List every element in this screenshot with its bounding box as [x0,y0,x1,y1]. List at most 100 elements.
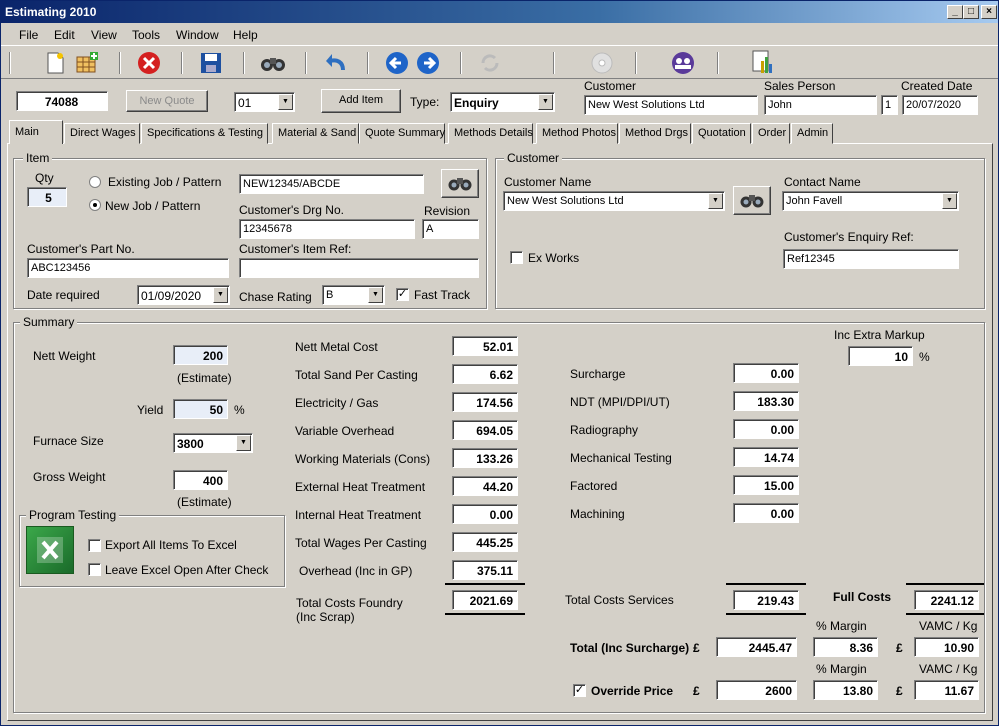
undo-icon[interactable] [321,49,349,77]
menu-edit[interactable]: Edit [54,28,75,42]
tab-quotation[interactable]: Quotation [692,123,751,144]
menu-view[interactable]: View [91,28,117,42]
menu-window[interactable]: Window [176,28,219,42]
back-arrow-icon[interactable] [383,49,411,77]
date-required-field[interactable]: 01/09/2020 ▼ [137,285,230,305]
sales-person-field[interactable]: John [764,95,877,115]
service-cost-label: Surcharge [570,367,626,381]
job-pattern-field[interactable]: NEW12345/ABCDE [239,174,424,194]
chevron-down-icon[interactable]: ▼ [278,94,293,110]
tab-method-photos[interactable]: Method Photos [536,123,618,144]
tab-quote-summary[interactable]: Quote Summary [359,123,445,144]
override-margin-field[interactable]: 13.80 [813,680,878,700]
users-icon[interactable] [669,49,697,77]
full-costs-field[interactable]: 2241.12 [914,590,979,610]
chevron-down-icon[interactable]: ▼ [708,193,723,209]
total-vamc-field[interactable]: 10.90 [914,637,979,657]
service-cost-value[interactable]: 183.30 [733,391,799,411]
add-item-button[interactable]: Add Item [321,89,401,113]
total-inc-surcharge-field[interactable]: 2445.47 [716,637,797,657]
tab-material-sand[interactable]: Material & Sand [272,123,359,144]
toolbar-separator [553,52,555,74]
chevron-down-icon[interactable]: ▼ [368,287,383,303]
foundry-cost-value[interactable]: 174.56 [452,392,518,412]
foundry-cost-value[interactable]: 44.20 [452,476,518,496]
revision-value: 01 [238,96,252,110]
foundry-cost-value[interactable]: 133.26 [452,448,518,468]
menu-file[interactable]: File [19,28,38,42]
binoculars-icon[interactable] [259,49,287,77]
foundry-cost-value[interactable]: 52.01 [452,336,518,356]
type-select[interactable]: Enquiry ▼ [450,92,555,112]
add-table-icon[interactable] [73,49,101,77]
customer-header-field[interactable]: New West Solutions Ltd [584,95,758,115]
save-icon[interactable] [197,49,225,77]
tab-main[interactable]: Main [9,120,63,144]
foundry-cost-value[interactable]: 445.25 [452,532,518,552]
sales-person-number[interactable]: 1 [881,95,898,115]
close-window-button[interactable]: × [981,5,997,19]
chase-rating-select[interactable]: B ▼ [322,285,385,305]
part-no-field[interactable]: ABC123456 [27,258,229,278]
tab-order[interactable]: Order [752,123,790,144]
customer-name-select[interactable]: New West Solutions Ltd ▼ [503,191,725,211]
job-search-button[interactable] [441,169,479,198]
excel-icon[interactable] [26,526,74,574]
nett-weight-field[interactable]: 200 [173,345,228,365]
new-document-icon[interactable] [41,49,69,77]
total-margin-field[interactable]: 8.36 [813,637,878,657]
yield-field[interactable]: 50 [173,399,228,419]
chevron-down-icon[interactable]: ▼ [942,193,957,209]
estimate-number-field[interactable]: 74088 [16,91,108,111]
total-foundry-field[interactable]: 2021.69 [452,590,518,610]
calendar-dropdown-icon[interactable]: ▼ [213,287,228,303]
tab-specifications-testing[interactable]: Specifications & Testing [141,123,268,144]
new-quote-button[interactable]: New Quote [126,90,208,112]
service-cost-value[interactable]: 0.00 [733,419,799,439]
service-cost-value[interactable]: 0.00 [733,503,799,523]
service-cost-label: Factored [570,479,618,493]
foundry-cost-value[interactable]: 0.00 [452,504,518,524]
gross-weight-field[interactable]: 400 [173,470,228,490]
tab-direct-wages[interactable]: Direct Wages [64,123,140,144]
export-excel-checkbox[interactable] [88,539,101,552]
menu-tools[interactable]: Tools [132,28,160,42]
extra-markup-field[interactable]: 10 [848,346,913,366]
fast-track-checkbox[interactable]: ✓ [396,288,409,301]
tab-admin[interactable]: Admin [791,123,833,144]
revision-field[interactable]: A [422,219,479,239]
minimize-button[interactable]: _ [947,5,963,19]
tab-method-drgs[interactable]: Method Drgs [619,123,691,144]
service-cost-value[interactable]: 15.00 [733,475,799,495]
chevron-down-icon[interactable]: ▼ [538,94,553,110]
contact-name-select[interactable]: John Favell ▼ [782,191,959,211]
revision-select[interactable]: 01 ▼ [234,92,295,112]
created-date-field[interactable]: 20/07/2020 [902,95,978,115]
enquiry-ref-field[interactable]: Ref12345 [783,249,959,269]
override-vamc-field[interactable]: 11.67 [914,680,979,700]
tab-methods-details[interactable]: Methods Details [448,123,533,144]
leave-excel-open-checkbox[interactable] [88,563,101,576]
foundry-cost-value[interactable]: 375.11 [452,560,518,580]
ex-works-checkbox[interactable] [510,251,523,264]
existing-job-radio[interactable] [89,176,101,188]
total-services-field[interactable]: 219.43 [733,590,799,610]
customer-search-button[interactable] [733,186,771,215]
forward-arrow-icon[interactable] [414,49,442,77]
override-price-field[interactable]: 2600 [716,680,797,700]
foundry-cost-value[interactable]: 6.62 [452,364,518,384]
maximize-button[interactable]: □ [963,5,979,19]
item-ref-field[interactable] [239,258,479,278]
override-price-checkbox[interactable]: ✓ [573,684,586,697]
foundry-cost-value[interactable]: 694.05 [452,420,518,440]
menu-help[interactable]: Help [233,28,258,42]
new-job-radio[interactable] [89,199,101,211]
delete-icon[interactable] [135,49,163,77]
service-cost-value[interactable]: 14.74 [733,447,799,467]
chevron-down-icon[interactable]: ▼ [236,435,251,451]
qty-field[interactable]: 5 [27,187,67,207]
drg-no-field[interactable]: 12345678 [239,219,415,239]
report-icon[interactable] [749,49,777,77]
furnace-size-select[interactable]: 3800 ▼ [173,433,253,453]
service-cost-value[interactable]: 0.00 [733,363,799,383]
